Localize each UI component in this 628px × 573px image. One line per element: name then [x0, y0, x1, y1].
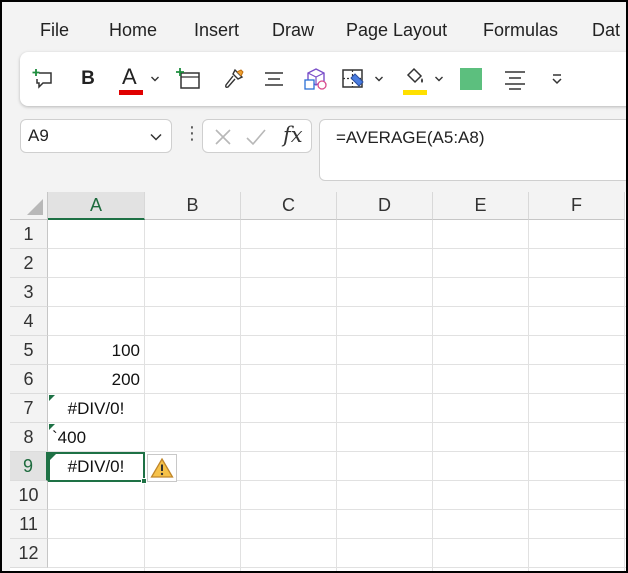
chevron-down-icon[interactable]	[434, 74, 444, 84]
excel-window: File Home Insert Draw Page Layout Formul…	[0, 0, 628, 573]
column-header-c[interactable]: C	[241, 192, 337, 220]
overflow-button[interactable]	[544, 52, 570, 106]
cell-a8[interactable]: `400	[48, 423, 144, 452]
menu-bar: File Home Insert Draw Page Layout Formul…	[2, 2, 626, 48]
warning-icon	[150, 457, 174, 478]
new-comment-button[interactable]	[28, 52, 58, 106]
format-painter-button[interactable]	[218, 52, 250, 106]
bold-icon: B	[81, 68, 95, 89]
column-header-d[interactable]: D	[337, 192, 433, 220]
center-align-icon	[505, 71, 525, 90]
fill-color-button[interactable]	[398, 52, 432, 106]
fill-swatch-button[interactable]	[456, 52, 486, 106]
chevron-down-icon[interactable]	[149, 130, 163, 144]
row-header-12[interactable]: 12	[10, 539, 48, 568]
cancel-icon[interactable]	[213, 127, 233, 147]
column-header-f[interactable]: F	[529, 192, 625, 220]
row-header-5[interactable]: 5	[10, 336, 48, 365]
error-options-button[interactable]	[147, 454, 177, 482]
format-painter-icon	[225, 68, 244, 88]
3d-shapes-icon	[304, 68, 327, 90]
fill-swatch-icon	[460, 68, 482, 90]
error-indicator	[50, 454, 56, 460]
insert-sheet-icon	[176, 68, 200, 89]
worksheet-grid: A B C D E F 1 2 3 4 5 6 7 8 9 10 11 12 1…	[10, 192, 626, 571]
3d-shapes-button[interactable]	[300, 52, 332, 106]
menu-page-layout[interactable]: Page Layout	[346, 20, 447, 41]
font-color-icon: A	[117, 62, 145, 96]
column-header-e[interactable]: E	[433, 192, 529, 220]
borders-icon	[342, 69, 364, 88]
menu-draw[interactable]: Draw	[272, 20, 314, 41]
menu-formulas[interactable]: Formulas	[483, 20, 558, 41]
row-header-2[interactable]: 2	[10, 249, 48, 278]
name-box-value: A9	[28, 126, 49, 145]
align-button[interactable]	[260, 52, 288, 106]
new-comment-icon	[32, 69, 52, 89]
center-align-button[interactable]	[500, 52, 530, 106]
formula-input[interactable]: =AVERAGE(A5:A8)	[319, 119, 626, 181]
cell-a6[interactable]: 200	[48, 365, 144, 394]
menu-file[interactable]: File	[40, 20, 69, 41]
formula-text: =AVERAGE(A5:A8)	[336, 128, 485, 147]
enter-check-icon[interactable]	[245, 127, 267, 147]
row-header-7[interactable]: 7	[10, 394, 48, 423]
select-all-button[interactable]	[10, 192, 48, 220]
fill-color-icon	[401, 62, 429, 96]
insert-function-icon[interactable]: fx	[283, 123, 303, 147]
cell-a5[interactable]: 100	[48, 336, 144, 365]
ribbon-toolbar: B A	[20, 52, 626, 106]
error-indicator	[49, 424, 55, 430]
column-header-b[interactable]: B	[145, 192, 241, 220]
row-header-3[interactable]: 3	[10, 278, 48, 307]
borders-button[interactable]	[338, 52, 368, 106]
formula-buttons: fx	[202, 119, 312, 153]
cell-a7[interactable]: #DIV/0!	[48, 394, 144, 423]
row-header-8[interactable]: 8	[10, 423, 48, 452]
insert-sheet-button[interactable]	[172, 52, 204, 106]
menu-data[interactable]: Dat	[592, 20, 620, 41]
formula-bar-more[interactable]: ⋮	[183, 123, 201, 144]
align-icon	[265, 72, 283, 86]
chevron-down-icon[interactable]	[374, 74, 384, 84]
row-header-9[interactable]: 9	[10, 452, 48, 481]
menu-home[interactable]: Home	[109, 20, 157, 41]
row-header-4[interactable]: 4	[10, 307, 48, 336]
name-box[interactable]: A9	[20, 119, 172, 153]
menu-insert[interactable]: Insert	[194, 20, 239, 41]
font-color-button[interactable]: A	[114, 52, 148, 106]
column-header-a[interactable]: A	[48, 192, 145, 220]
row-header-1[interactable]: 1	[10, 220, 48, 249]
bold-button[interactable]: B	[74, 52, 102, 106]
active-cell-border	[48, 452, 147, 484]
error-indicator	[49, 395, 55, 401]
row-header-6[interactable]: 6	[10, 365, 48, 394]
overflow-icon	[552, 74, 562, 85]
row-header-10[interactable]: 10	[10, 481, 48, 510]
row-header-11[interactable]: 11	[10, 510, 48, 539]
chevron-down-icon[interactable]	[150, 74, 160, 84]
